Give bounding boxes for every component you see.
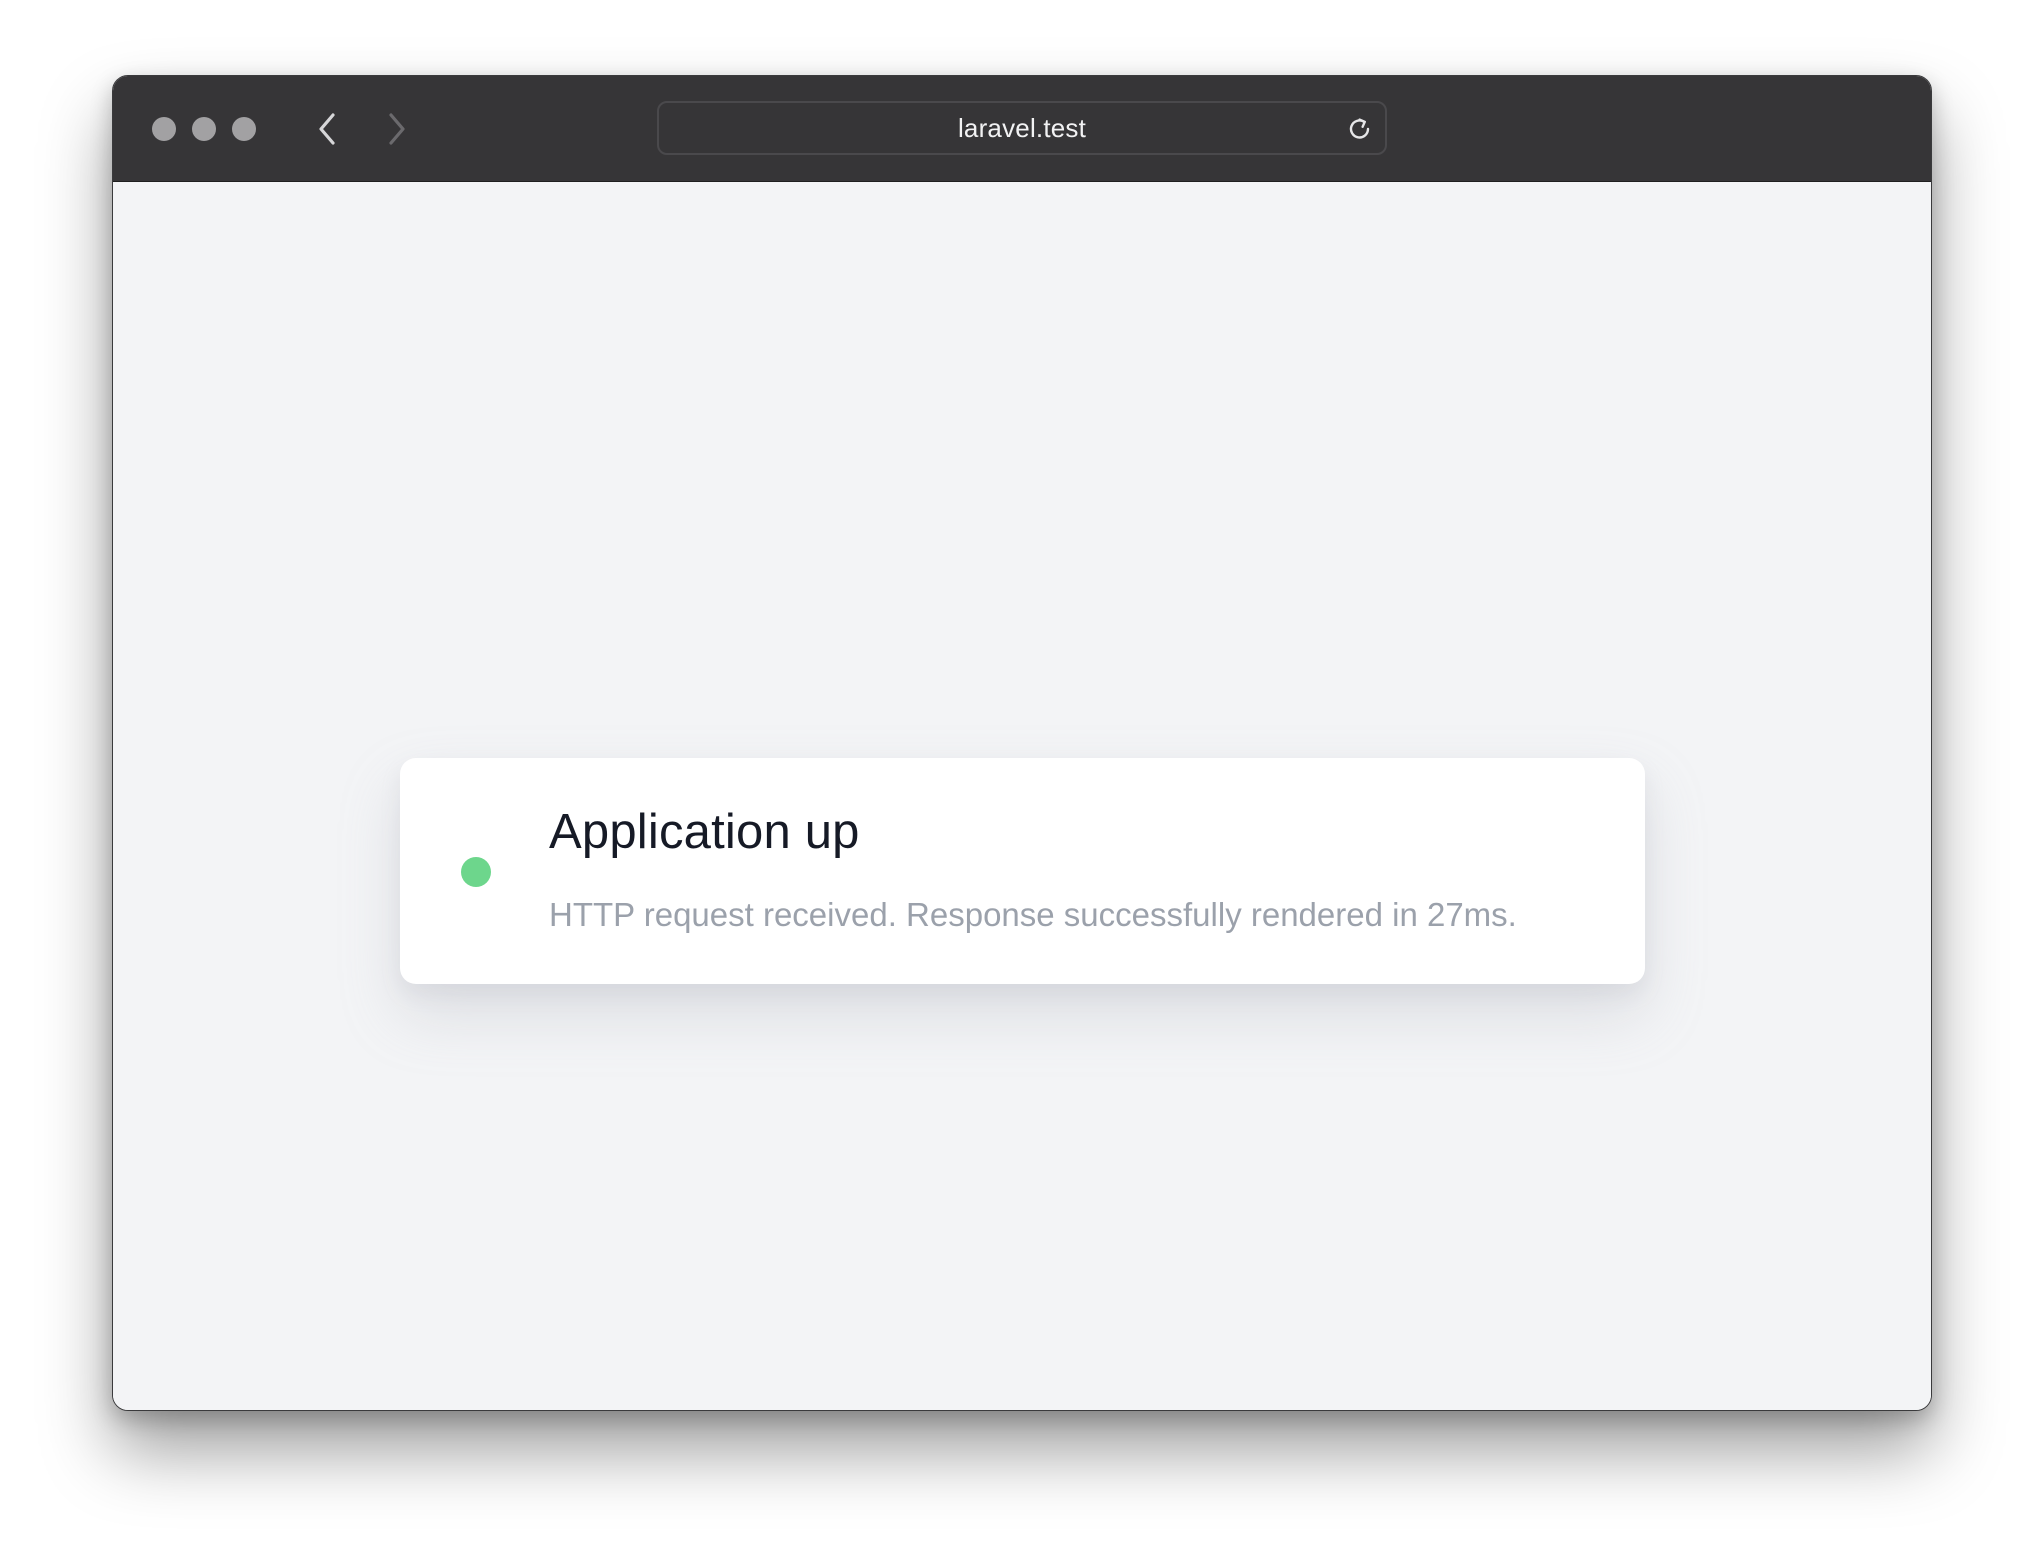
maximize-window-button[interactable] <box>232 117 256 141</box>
chevron-left-icon <box>319 113 335 145</box>
status-title: Application up <box>549 805 860 859</box>
forward-button[interactable] <box>377 109 417 149</box>
browser-toolbar: laravel.test <box>113 76 1931 182</box>
browser-window: laravel.test Application up HTTP request… <box>112 75 1932 1411</box>
back-button[interactable] <box>307 109 347 149</box>
address-bar[interactable]: laravel.test <box>657 101 1387 155</box>
minimize-window-button[interactable] <box>192 117 216 141</box>
status-indicator-dot <box>461 857 491 887</box>
reload-button[interactable] <box>1345 114 1375 144</box>
status-card: Application up HTTP request received. Re… <box>400 758 1645 984</box>
close-window-button[interactable] <box>152 117 176 141</box>
status-message: HTTP request received. Response successf… <box>549 896 1517 933</box>
chevron-right-icon <box>389 113 405 145</box>
url-text: laravel.test <box>957 112 1087 143</box>
reload-icon <box>1349 118 1370 139</box>
page-content: Application up HTTP request received. Re… <box>113 182 1931 1410</box>
